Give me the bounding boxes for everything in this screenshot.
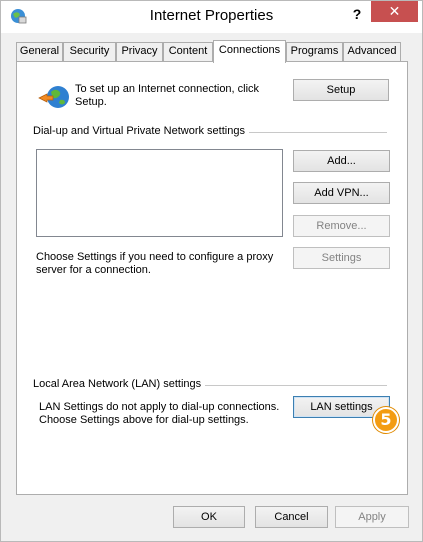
settings-button[interactable]: Settings: [293, 247, 390, 269]
apply-button[interactable]: Apply: [335, 506, 409, 528]
proxy-text-line1: Choose Settings if you need to configure…: [36, 251, 274, 263]
tab-content[interactable]: Content: [163, 42, 213, 61]
setup-button[interactable]: Setup: [293, 79, 389, 101]
proxy-text-line2: server for a connection.: [36, 264, 151, 276]
add-button[interactable]: Add...: [293, 150, 390, 172]
lan-group-label: Local Area Network (LAN) settings: [33, 378, 206, 390]
remove-button[interactable]: Remove...: [293, 215, 390, 237]
close-icon: ✕: [388, 3, 401, 19]
add-vpn-button[interactable]: Add VPN...: [293, 182, 390, 204]
connections-panel: To set up an Internet connection, click …: [16, 61, 408, 495]
tab-privacy[interactable]: Privacy: [116, 42, 163, 61]
tab-programs[interactable]: Programs: [286, 42, 343, 61]
tab-security[interactable]: Security: [63, 42, 116, 61]
tab-strip: General Security Privacy Content Connect…: [16, 40, 406, 63]
lan-text-line1: LAN Settings do not apply to dial-up con…: [39, 401, 280, 413]
internet-properties-window: Internet Properties ? ✕ General Security…: [0, 0, 423, 542]
close-button[interactable]: ✕: [371, 1, 418, 22]
tab-advanced[interactable]: Advanced: [343, 42, 401, 61]
cancel-button[interactable]: Cancel: [255, 506, 328, 528]
lan-text-line2: Choose Settings above for dial-up settin…: [39, 414, 249, 426]
setup-text-line1: To set up an Internet connection, click: [75, 83, 260, 95]
title-bar: Internet Properties ? ✕: [1, 1, 422, 33]
tab-connections[interactable]: Connections: [213, 40, 286, 63]
connections-listbox[interactable]: [36, 149, 283, 237]
ok-button[interactable]: OK: [173, 506, 245, 528]
step-number-badge: 5: [373, 407, 399, 433]
help-button[interactable]: ?: [346, 3, 368, 27]
dialup-group-label: Dial-up and Virtual Private Network sett…: [33, 125, 249, 137]
setup-text-line2: Setup.: [75, 96, 107, 108]
globe-network-icon: [38, 86, 69, 108]
tab-general[interactable]: General: [16, 42, 63, 61]
